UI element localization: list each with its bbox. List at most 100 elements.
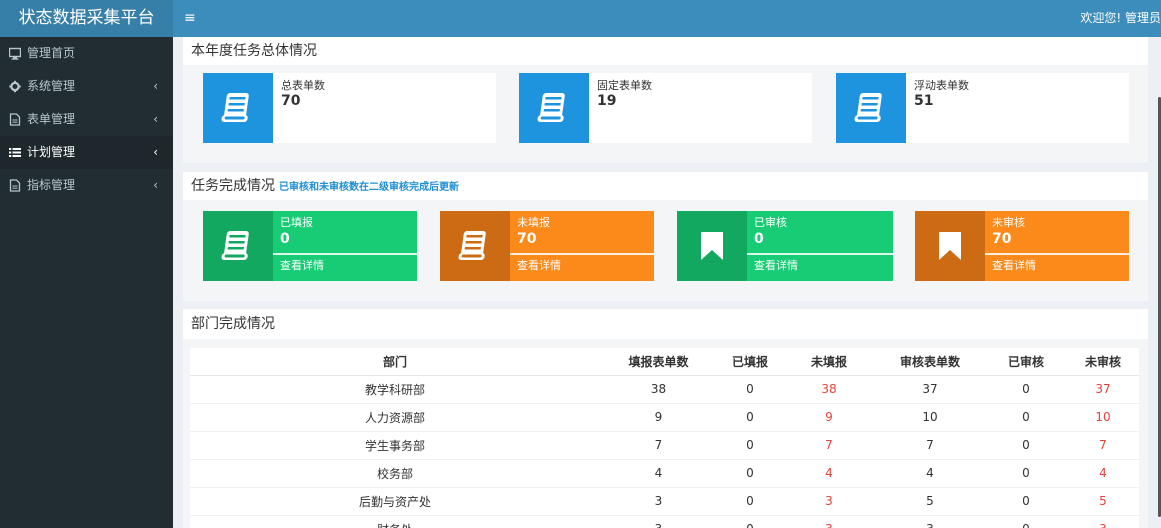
table-cell: 3 — [875, 515, 985, 528]
book-icon — [203, 73, 273, 143]
department-table: 部门 填报表单数 已填报 未填报 审核表单数 已审核 未审核 教学科研部 38 … — [190, 348, 1139, 528]
filled-tile: 已填报 0 查看详情 — [203, 211, 417, 281]
sidebar-item-plans[interactable]: 计划管理 ‹ — [0, 136, 173, 169]
table-cell: 0 — [985, 431, 1067, 460]
column-header: 部门 — [190, 348, 600, 376]
table-cell: 0 — [985, 375, 1067, 404]
table-cell: 0 — [717, 515, 783, 528]
document-icon — [9, 169, 21, 202]
table-cell: 10 — [1067, 403, 1139, 432]
section-title: 任务完成情况 已审核和未审核数在二级审核完成后更新 — [183, 172, 1148, 200]
card-label: 浮动表单数 — [914, 79, 969, 92]
table-row: 人力资源部 9 0 9 10 0 10 — [190, 403, 1139, 432]
table-cell: 后勤与资产处 — [190, 487, 600, 516]
view-details-link[interactable]: 查看详情 — [992, 257, 1036, 273]
section-title: 部门完成情况 — [183, 309, 1148, 339]
view-details-link[interactable]: 查看详情 — [517, 257, 561, 273]
chevron-left-icon: ‹ — [153, 112, 158, 126]
update-note: 已审核和未审核数在二级审核完成后更新 — [279, 182, 459, 193]
section-title: 本年度任务总体情况 — [183, 37, 1148, 65]
table-row: 校务部 4 0 4 4 0 4 — [190, 459, 1139, 488]
document-icon — [9, 103, 21, 136]
card-label: 总表单数 — [281, 79, 325, 92]
sidebar-item-indicators[interactable]: 指标管理 ‹ — [0, 169, 173, 202]
column-header: 已审核 — [985, 348, 1067, 376]
tile-label: 未审核 — [992, 216, 1025, 229]
total-forms-card: 总表单数 70 — [203, 73, 496, 143]
sidebar-item-system[interactable]: 系统管理 ‹ — [0, 70, 173, 103]
card-label: 固定表单数 — [597, 79, 652, 92]
table-cell: 7 — [783, 431, 875, 460]
table-cell: 4 — [783, 459, 875, 488]
table-cell: 7 — [1067, 431, 1139, 460]
table-row: 教学科研部 38 0 38 37 0 37 — [190, 375, 1139, 404]
table-cell: 4 — [875, 459, 985, 488]
sidebar-item-label: 计划管理 — [27, 145, 76, 159]
table-row: 后勤与资产处 3 0 3 5 0 5 — [190, 487, 1139, 516]
table-cell: 9 — [783, 403, 875, 432]
table-row: 财务处 3 0 3 3 0 3 — [190, 515, 1139, 528]
page-scrollbar[interactable] — [1157, 37, 1161, 528]
tile-value: 0 — [280, 231, 290, 247]
sidebar-item-label: 管理首页 — [27, 46, 76, 60]
table-cell: 38 — [600, 375, 717, 404]
sidebar-item-forms[interactable]: 表单管理 ‹ — [0, 103, 173, 136]
table-cell: 0 — [717, 431, 783, 460]
book-icon — [203, 211, 273, 281]
card-value: 70 — [281, 93, 301, 109]
top-navbar: 状态数据采集平台 ≡ 欢迎您! 管理员 — [0, 0, 1161, 37]
gear-icon — [9, 70, 21, 103]
sidebar-item-home[interactable]: 管理首页 — [0, 37, 173, 70]
unfilled-tile: 未填报 70 查看详情 — [440, 211, 654, 281]
table-cell: 10 — [875, 403, 985, 432]
table-cell: 3 — [600, 487, 717, 516]
tile-value: 70 — [517, 231, 537, 247]
bookmark-icon — [677, 211, 747, 281]
tile-value: 0 — [754, 231, 764, 247]
table-cell: 0 — [985, 403, 1067, 432]
tile-label: 未填报 — [517, 216, 550, 229]
book-icon — [519, 73, 589, 143]
floating-forms-card: 浮动表单数 51 — [836, 73, 1129, 143]
table-cell: 5 — [875, 487, 985, 516]
table-cell: 0 — [717, 375, 783, 404]
column-header: 未填报 — [783, 348, 875, 376]
table-row: 学生事务部 7 0 7 7 0 7 — [190, 431, 1139, 460]
table-cell: 5 — [1067, 487, 1139, 516]
table-cell: 37 — [1067, 375, 1139, 404]
app-title[interactable]: 状态数据采集平台 — [0, 0, 173, 37]
book-icon — [836, 73, 906, 143]
table-cell: 7 — [875, 431, 985, 460]
unreviewed-tile: 未审核 70 查看详情 — [915, 211, 1129, 281]
tile-divider — [747, 253, 893, 255]
table-cell: 校务部 — [190, 459, 600, 488]
user-greeting[interactable]: 欢迎您! 管理员 — [1080, 0, 1161, 37]
book-icon — [440, 211, 510, 281]
column-header: 已填报 — [717, 348, 783, 376]
table-cell: 3 — [783, 487, 875, 516]
table-cell: 38 — [783, 375, 875, 404]
chevron-left-icon: ‹ — [153, 178, 158, 192]
column-header: 填报表单数 — [600, 348, 717, 376]
table-cell: 人力资源部 — [190, 403, 600, 432]
bookmark-icon — [915, 211, 985, 281]
column-header: 审核表单数 — [875, 348, 985, 376]
card-value: 51 — [914, 93, 934, 109]
tile-divider — [510, 253, 654, 255]
tile-label: 已填报 — [280, 216, 313, 229]
table-cell: 37 — [875, 375, 985, 404]
tile-label: 已审核 — [754, 216, 787, 229]
fixed-forms-card: 固定表单数 19 — [519, 73, 812, 143]
table-cell: 3 — [600, 515, 717, 528]
view-details-link[interactable]: 查看详情 — [754, 257, 798, 273]
reviewed-tile: 已审核 0 查看详情 — [677, 211, 893, 281]
table-cell: 3 — [1067, 515, 1139, 528]
tile-value: 70 — [992, 231, 1012, 247]
tile-divider — [985, 253, 1129, 255]
view-details-link[interactable]: 查看详情 — [280, 257, 324, 273]
tile-divider — [273, 253, 417, 255]
table-cell: 0 — [717, 403, 783, 432]
table-cell: 0 — [985, 487, 1067, 516]
chevron-left-icon: ‹ — [153, 145, 158, 159]
sidebar-toggle-icon[interactable]: ≡ — [184, 0, 196, 37]
